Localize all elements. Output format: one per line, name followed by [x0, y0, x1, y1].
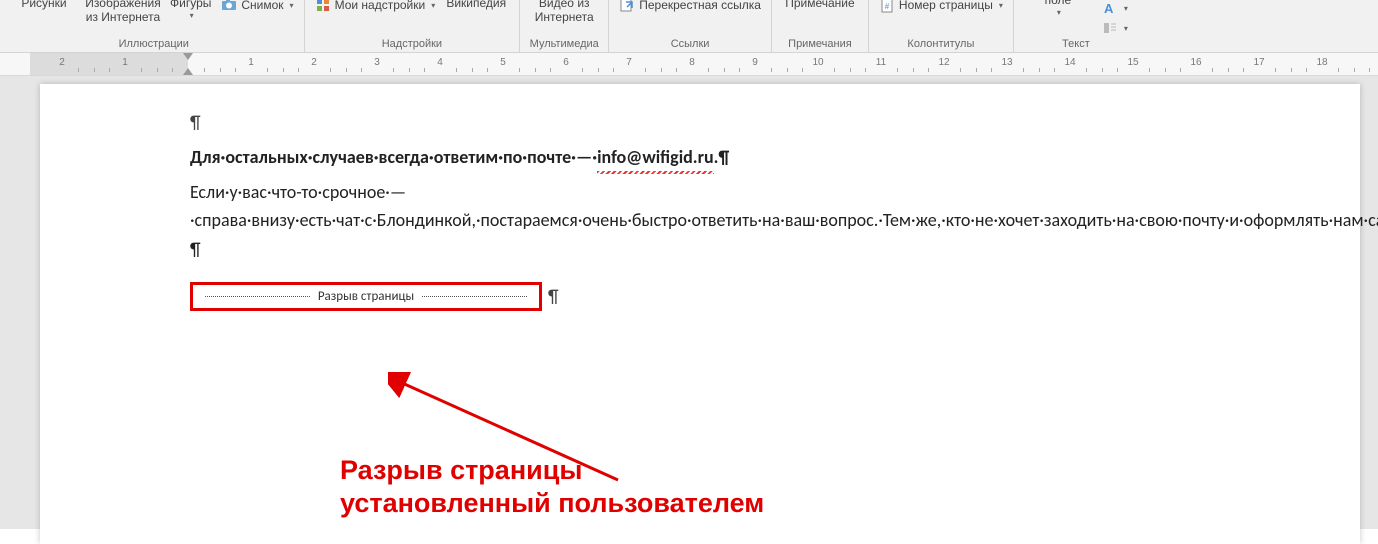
chevron-down-icon: ▾: [431, 1, 435, 10]
wikipedia-button[interactable]: Википедия: [439, 0, 513, 11]
pilcrow-icon: ¶: [548, 285, 559, 307]
cross-reference-button[interactable]: Перекрестная ссылка: [615, 0, 765, 14]
shapes-button[interactable]: Фигуры ▾: [168, 0, 213, 20]
drop-cap-icon: [1102, 20, 1118, 36]
online-video-button[interactable]: Видео из Интернета: [526, 0, 602, 25]
wordart-button[interactable]: A▾: [1098, 0, 1132, 17]
group-illustrations-label: Иллюстрации: [10, 37, 298, 50]
screenshot-button[interactable]: Снимок ▾: [217, 0, 297, 14]
comment-button[interactable]: Примечание: [778, 0, 862, 11]
group-links-label: Ссылки: [615, 37, 765, 50]
horizontal-ruler[interactable]: 2112345678910111213141516171819: [0, 53, 1378, 76]
paragraph-bold: Для·остальных·случаев·всегда·ответим·по·…: [190, 143, 1300, 172]
group-illustrations: Рисунки Изображения из Интернета Фигуры …: [4, 0, 305, 52]
page-number-button[interactable]: # Номер страницы ▾: [875, 0, 1007, 14]
page-number-icon: #: [879, 0, 895, 13]
group-addins-label: Надстройки: [311, 37, 514, 50]
document-page[interactable]: ¶ Для·остальных·случаев·всегда·ответим·п…: [40, 84, 1360, 544]
page-number-label: Номер страницы: [899, 0, 993, 12]
paragraph-bold-text: Для·остальных·случаев·всегда·ответим·по·…: [190, 146, 729, 168]
annotation-text: Разрыв страницы установленный пользовате…: [340, 454, 764, 520]
insert-pictures-button[interactable]: Рисунки: [10, 0, 78, 11]
chevron-down-icon: ▾: [190, 11, 194, 20]
wikipedia-label: Википедия: [446, 0, 506, 11]
page-break-label: Разрыв страницы: [314, 289, 418, 304]
group-text: Текстовое поле ▾ ▾ A▾ ▾ Текст: [1014, 0, 1138, 52]
page-break-row: Разрыв страницы ¶: [190, 282, 1300, 311]
addins-icon: [315, 0, 331, 13]
online-pictures-button[interactable]: Изображения из Интернета: [78, 0, 168, 25]
group-media-label: Мультимедиа: [526, 37, 602, 50]
group-media: Видео из Интернета Мультимедиа: [520, 0, 609, 52]
group-comments: Примечание Примечания: [772, 0, 869, 52]
online-video-label: Видео из Интернета: [535, 0, 594, 25]
chevron-down-icon: ▾: [1057, 8, 1061, 17]
textbox-label: Текстовое поле: [1030, 0, 1086, 8]
insert-pictures-label: Рисунки: [21, 0, 66, 11]
wordart-icon: A: [1102, 0, 1118, 16]
my-addins-label: Мои надстройки: [335, 0, 426, 12]
spellcheck-squiggle: info@wifigid.ru: [597, 143, 714, 172]
group-comments-label: Примечания: [778, 37, 862, 50]
chevron-down-icon: ▾: [290, 1, 294, 10]
group-headerfooter: # Номер страницы ▾ Колонтитулы: [869, 0, 1014, 52]
cross-ref-icon: [619, 0, 635, 13]
screenshot-label: Снимок: [241, 0, 283, 12]
ribbon: Рисунки Изображения из Интернета Фигуры …: [0, 0, 1378, 53]
group-text-label: Текст: [1020, 37, 1132, 50]
chevron-down-icon: ▾: [999, 1, 1003, 10]
camera-icon: [221, 0, 237, 13]
cross-reference-label: Перекрестная ссылка: [639, 0, 761, 12]
online-pictures-label: Изображения из Интернета: [85, 0, 160, 25]
page-break-highlight-box: Разрыв страницы: [190, 282, 542, 311]
svg-text:A: A: [1104, 1, 1114, 16]
page-break-leader: [205, 296, 310, 297]
chevron-down-icon: ▾: [1124, 24, 1128, 33]
my-addins-button[interactable]: Мои надстройки ▾: [311, 0, 440, 14]
chevron-down-icon: ▾: [1124, 4, 1128, 13]
group-addins: Мои надстройки ▾ Википедия Надстройки: [305, 0, 521, 52]
pilcrow-icon: ¶: [190, 111, 201, 133]
document-workspace: ¶ Для·остальных·случаев·всегда·ответим·п…: [0, 76, 1378, 544]
page-break-leader: [422, 296, 527, 297]
svg-text:#: #: [885, 2, 890, 11]
group-links: Перекрестная ссылка Ссылки: [609, 0, 772, 52]
shapes-label: Фигуры: [170, 0, 211, 11]
textbox-button[interactable]: Текстовое поле ▾: [1020, 0, 1096, 17]
comment-label: Примечание: [785, 0, 854, 11]
drop-cap-button[interactable]: ▾: [1098, 19, 1132, 37]
group-headerfooter-label: Колонтитулы: [875, 37, 1007, 50]
paragraph-body: Если·у·вас·что-то·срочное·—·справа·внизу…: [190, 178, 1300, 264]
paragraph-empty: ¶: [190, 108, 1300, 137]
